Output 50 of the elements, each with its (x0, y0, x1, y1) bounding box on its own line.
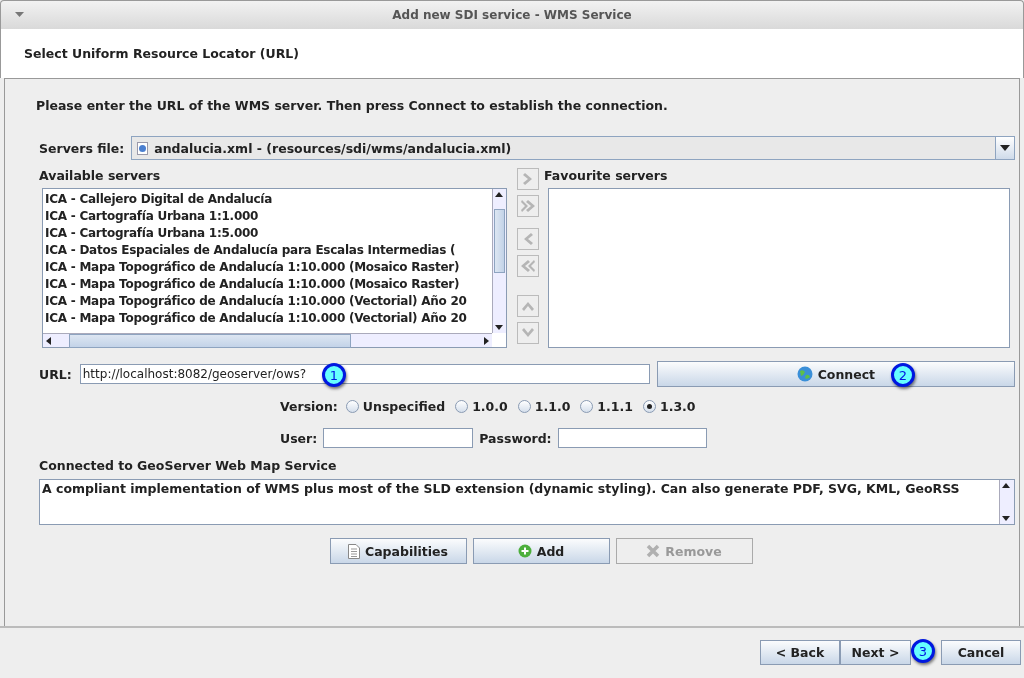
radio-label[interactable]: 1.3.0 (659, 399, 696, 414)
vertical-scrollbar[interactable] (492, 189, 506, 333)
user-field[interactable] (323, 428, 474, 448)
plus-circle-icon (517, 544, 532, 558)
wizard-button[interactable]: Next > (840, 640, 911, 665)
server-item[interactable]: ICA - Mapa Topográfico de Andalucía 1:10.000 (Mosaico Raster) (45, 259, 492, 276)
servers-file-label: Servers file: (39, 140, 125, 156)
description-area[interactable]: A compliant implementation of WMS plus most of the SLD extension (dynamic styling). Can also generate PDF, SVG, KML, GeoRSS (39, 479, 1015, 525)
available-servers-label: Available servers (39, 168, 161, 183)
password-label: Password: (479, 430, 552, 446)
radio-button[interactable] (580, 400, 594, 413)
x-icon (646, 544, 661, 558)
server-item[interactable]: ICA - Mapa Topográfico de Andalucía 1:10.000 (Mosaico Raster) (45, 276, 492, 293)
vertical-scrollbar[interactable] (999, 480, 1014, 524)
action-button[interactable]: Add (472, 538, 610, 564)
radio-button[interactable] (455, 400, 469, 413)
radio-button[interactable] (345, 400, 359, 413)
dropdown-arrow-icon (1000, 145, 1010, 151)
password-field[interactable] (557, 428, 707, 448)
step-title: Select Uniform Resource Locator (URL) (24, 46, 299, 61)
radio-label[interactable]: Unspecified (362, 399, 446, 414)
callout-badge: 3 (911, 639, 935, 663)
double-chevron-left-icon (519, 257, 537, 275)
horizontal-scrollbar[interactable] (43, 333, 492, 347)
server-item[interactable]: ICA - Cartografía Urbana 1:1.000 (45, 208, 492, 225)
radio-label[interactable]: 1.0.0 (472, 399, 508, 414)
server-item[interactable]: ICA - Datos Espaciales de Andalucía para Escalas Intermedias ( (45, 242, 492, 259)
server-item[interactable]: ICA - Mapa Topográfico de Andalucía 1:10.000 (Vectorial) Año 20 (45, 310, 492, 327)
servers-file-dropdown[interactable]: andalucia.xml - (resources/sdi/wms/andalucia.xml) (131, 136, 1015, 160)
favourite-servers-label: Favourite servers (544, 168, 668, 183)
radio-button[interactable] (642, 400, 656, 413)
user-label: User: (280, 430, 318, 446)
version-label: Version: (280, 399, 338, 414)
server-item[interactable]: ICA - Cartografía Urbana 1:5.000 (45, 225, 492, 242)
radio-label[interactable]: 1.1.1 (597, 399, 633, 414)
dropdown-arrow-icon[interactable] (15, 12, 24, 17)
document-icon (348, 543, 360, 559)
connection-status-label: Connected to GeoServer Web Map Service (39, 458, 337, 473)
radio-button[interactable] (517, 400, 531, 413)
url-label: URL: (39, 366, 72, 382)
window-title: Add new SDI service - WMS Service (392, 8, 632, 22)
wizard-button[interactable]: Cancel (941, 640, 1021, 665)
double-chevron-right-icon (519, 197, 537, 215)
radio-label[interactable]: 1.1.0 (534, 399, 571, 414)
wizard-button[interactable]: < Back (760, 640, 840, 665)
server-item[interactable]: ICA - Mapa Topográfico de Andalucía 1:10.000 (Vectorial) Año 20 (45, 293, 492, 310)
instruction-text: Please enter the URL of the WMS server. Then press Connect to establish the connection. (36, 98, 668, 113)
server-item[interactable]: ICA - Callejero Digital de Andalucía (45, 191, 492, 208)
callout-badge: 1 (322, 363, 346, 387)
action-button[interactable]: Capabilities (329, 538, 467, 564)
